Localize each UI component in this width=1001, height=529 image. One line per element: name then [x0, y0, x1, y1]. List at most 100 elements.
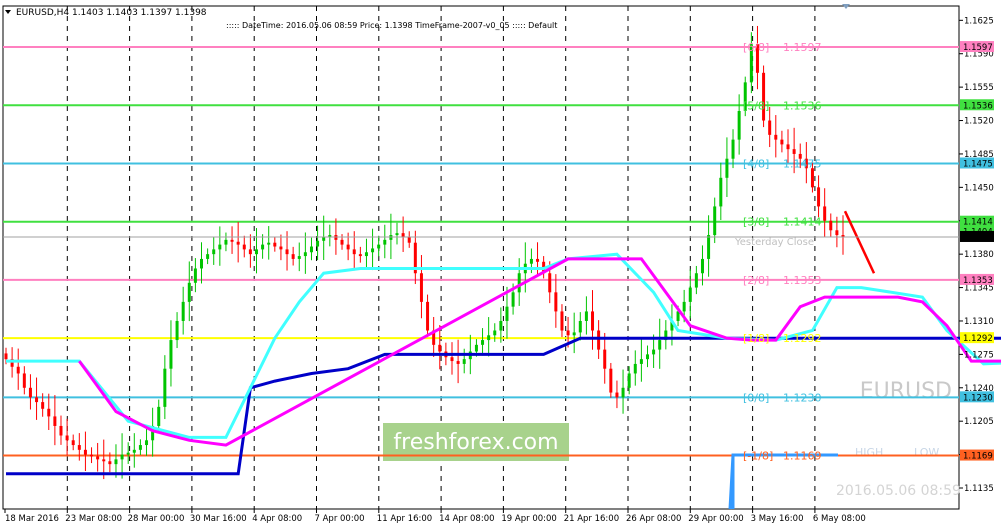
projection-line	[843, 210, 876, 274]
timestamp-watermark: 2016.05.06 08:59	[836, 483, 961, 499]
candle-body	[181, 301, 185, 321]
candle-body	[609, 368, 613, 393]
candle-body	[438, 344, 442, 352]
x-tick-label: 7 Apr 00:00	[315, 514, 365, 524]
candle-body	[560, 311, 564, 331]
candle-body	[829, 220, 833, 231]
candle-body	[401, 233, 405, 237]
level-labels: [6/8] 1.1597 [5/8] 1.1536 [4/8] 1.1475 [3/8] 1.…	[743, 41, 822, 463]
y-tick-label: 1.1135	[964, 484, 994, 494]
candle-body	[810, 168, 814, 188]
x-tick-label: 4 Apr 08:00	[252, 514, 302, 524]
candle-body	[28, 387, 32, 398]
candle-body	[792, 149, 796, 154]
candle-body	[707, 235, 711, 259]
candle-body	[285, 249, 289, 255]
candle-body	[462, 359, 466, 364]
candle-body	[279, 246, 283, 250]
candle-body	[591, 311, 595, 331]
y-tick-label: 1.1380	[964, 250, 994, 260]
chart-window: { "header": { "title": "EURUSD,H4 1.1403…	[0, 0, 1001, 529]
candle-body	[169, 340, 173, 369]
candle-body	[817, 187, 821, 207]
candle-body	[297, 256, 301, 259]
candle-body	[566, 330, 570, 336]
candle-body	[615, 392, 619, 398]
candle-body	[536, 258, 540, 262]
x-tick-label: 14 Apr 08:00	[439, 514, 494, 524]
candle-body	[407, 236, 411, 243]
axis-price-tag-label: 1.1169	[963, 452, 993, 462]
candle-body	[224, 239, 228, 245]
axis-price-tag-label: 1.1597	[963, 43, 993, 53]
low-label: LOW	[914, 446, 939, 459]
candle-body	[694, 273, 698, 288]
candle-body	[450, 357, 454, 362]
candle-body	[346, 244, 350, 250]
candle-body	[383, 239, 387, 245]
x-tick-label: 23 Mar 08:00	[65, 514, 122, 524]
x-tick-label: 26 Apr 08:00	[626, 514, 681, 524]
x-tick-label: 29 Apr 00:00	[688, 514, 743, 524]
candle-body	[200, 258, 204, 269]
candle-body	[145, 440, 149, 446]
candle-body	[371, 248, 375, 253]
candle-body	[187, 282, 191, 302]
candle-body	[719, 177, 723, 207]
candle-body	[364, 252, 368, 257]
candle-body	[132, 449, 136, 453]
time-axis: 18 Mar 2016 23 Mar 08:00 28 Mar 00:00 30 Ma…	[4, 509, 866, 524]
level-tag: [0/8]	[743, 391, 769, 404]
candle-body	[426, 301, 430, 331]
candle-body	[248, 249, 252, 255]
candle-body	[377, 244, 381, 249]
x-tick-label: 30 Mar 16:00	[190, 514, 247, 524]
candle-body	[529, 258, 533, 264]
candle-body	[578, 320, 582, 333]
candle-body	[713, 206, 717, 236]
x-tick-label: 19 Apr 00:00	[501, 514, 556, 524]
candle-body	[175, 320, 179, 341]
x-tick-label: 11 Apr 16:00	[377, 514, 432, 524]
candle-body	[114, 459, 118, 465]
candle-body	[59, 425, 63, 436]
candle-body	[303, 252, 307, 257]
candle-body	[823, 206, 827, 221]
axis-price-tag-label: 1.1353	[963, 276, 993, 286]
candle-body	[419, 273, 423, 302]
menu-arrow-icon[interactable]	[5, 10, 11, 14]
candle-body	[682, 301, 686, 312]
yesterday-close-label: Yesterday Close	[734, 237, 814, 248]
candle-body	[762, 72, 766, 121]
candle-body	[621, 387, 625, 398]
candle-body	[768, 120, 772, 135]
level-tag: [2/8]	[743, 274, 769, 287]
candle-body	[53, 416, 57, 426]
candle-body	[138, 445, 142, 450]
price-chart: freshforex.com EURUSD HIGH LOW 2016.05.0…	[2, 4, 1001, 524]
candle-body	[322, 236, 326, 241]
candle-body	[725, 158, 729, 178]
level-price: 1.1353	[783, 274, 822, 287]
candle-body	[658, 340, 662, 350]
candle-body	[242, 244, 246, 250]
candle-body	[316, 240, 320, 247]
candle-body	[688, 287, 692, 302]
candle-body	[511, 292, 515, 307]
level-price: 1.1597	[783, 41, 822, 54]
candle-body	[774, 134, 778, 140]
candle-body	[584, 311, 588, 321]
candle-body	[254, 249, 258, 255]
level-tag: [-1/8]	[743, 450, 773, 463]
candle-body	[597, 330, 601, 350]
candle-body	[499, 320, 503, 331]
candle-body	[627, 373, 631, 388]
candle-body	[548, 273, 552, 293]
candle-body	[157, 406, 161, 426]
candle-body	[65, 435, 69, 441]
candle-body	[340, 239, 344, 245]
candle-body	[96, 456, 100, 460]
y-tick-label: 1.1275	[964, 350, 994, 360]
candle-body	[267, 242, 271, 245]
candle-body	[639, 359, 643, 364]
